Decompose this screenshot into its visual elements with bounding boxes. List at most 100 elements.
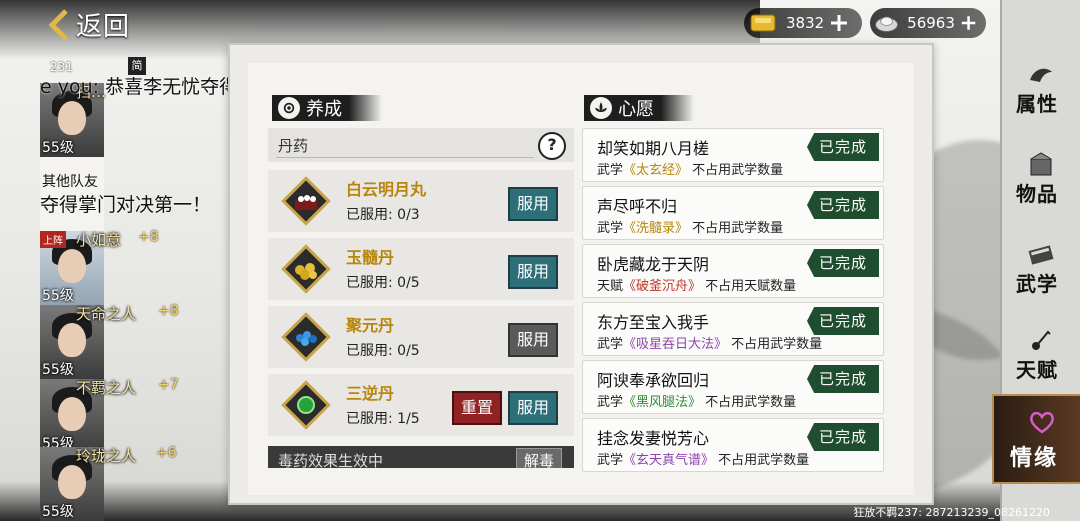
party-list: 231 简 扫… 55级 其他队友 上阵 小如意 +8 55级 天命之人 +8 … (40, 55, 179, 521)
back-label: 返回 (76, 12, 131, 42)
member-bonus: +8 (138, 229, 159, 245)
tab-label: 武学 (1016, 272, 1058, 296)
wish-item: 挂念发妻悦芳心 武学《玄天真气谱》 不占用武学数量 已完成 (582, 418, 884, 472)
tab-items[interactable]: 物品 (1002, 142, 1080, 232)
pill-list: 丹药 ? 白云明月丸 已服用: 0/3 服用 玉髓丹 已服用: 0/5 服用 聚… (268, 128, 574, 468)
tab-label: 属性 (1016, 92, 1058, 116)
tab-label: 情缘 (1010, 446, 1059, 471)
wish-desc: 天赋《破釜沉舟》 不占用天赋数量 (597, 279, 797, 294)
cultivation-title-text: 养成 (306, 99, 342, 120)
tab-attributes[interactable]: 属性 (1002, 52, 1080, 142)
completed-badge: 已完成 (807, 423, 879, 451)
wish-item: 声尽呼不归 武学《洗髓录》 不占用武学数量 已完成 (582, 186, 884, 240)
other-team-label: 其他队友 (42, 174, 98, 190)
use-pill-button[interactable]: 服用 (508, 323, 558, 357)
pill-name: 玉髓丹 (346, 248, 395, 267)
pill-row: 聚元丹 已服用: 0/5 服用 (268, 306, 574, 372)
pill-header: 丹药 ? (268, 128, 574, 162)
silver-currency: 56963 (870, 8, 986, 38)
talent-icon (1032, 330, 1051, 350)
pill-name: 聚元丹 (346, 316, 395, 335)
wish-title: 声尽呼不归 (597, 197, 678, 216)
completed-badge: 已完成 (807, 133, 879, 161)
pill-row: 玉髓丹 已服用: 0/5 服用 (268, 238, 574, 304)
poison-status-bar: 毒药效果生效中 解毒 (268, 446, 574, 468)
wishes-title: 心愿 (584, 95, 694, 121)
member-level: 55级 (42, 288, 74, 304)
poison-status-text: 毒药效果生效中 (278, 452, 384, 468)
member-level: 55级 (42, 504, 74, 520)
gold-ingot-icon (750, 14, 776, 32)
scroll-book-icon (1028, 245, 1054, 265)
member-name: 小如意 (76, 231, 122, 249)
wish-item: 阿谀奉承欲回归 武学《黑风腿法》 不占用武学数量 已完成 (582, 360, 884, 414)
add-gold-icon[interactable] (830, 14, 848, 32)
footer-watermark: 狂放不羁237: 287213239_08261220 (853, 506, 1050, 519)
party-member[interactable]: 上阵 小如意 +8 55级 (40, 229, 159, 305)
wish-title: 挂念发妻悦芳心 (597, 429, 710, 448)
tab-label: 天赋 (1016, 358, 1058, 382)
pill-name: 白云明月丸 (346, 180, 427, 199)
wish-item: 东方至宝入我手 武学《吸星吞日大法》 不占用武学数量 已完成 (582, 302, 884, 356)
pill-count: 已服用: 0/5 (346, 343, 420, 359)
cultivation-icon (278, 97, 300, 119)
completed-badge: 已完成 (807, 249, 879, 277)
use-pill-button[interactable]: 服用 (508, 187, 558, 221)
detox-button[interactable]: 解毒 (516, 448, 562, 468)
tab-martial-arts[interactable]: 武学 (1002, 232, 1080, 322)
wish-desc: 武学《黑风腿法》 不占用武学数量 (597, 395, 797, 410)
box-icon (1030, 152, 1052, 176)
pill-count: 已服用: 0/5 (346, 275, 420, 291)
cultivation-title: 养成 (272, 95, 382, 121)
member-name: 不羁之人 (76, 379, 137, 397)
lotus-icon (590, 97, 612, 119)
wishes-title-text: 心愿 (618, 99, 654, 120)
wish-list: 却笑如期八月槎 武学《太玄经》 不占用武学数量 已完成 声尽呼不归 武学《洗髓录… (582, 126, 886, 472)
use-pill-button[interactable]: 服用 (508, 255, 558, 289)
member-bonus: +7 (158, 377, 179, 393)
reset-pill-button[interactable]: 重置 (452, 391, 502, 425)
party-member[interactable]: 天命之人 +8 55级 (40, 303, 179, 379)
wish-title: 东方至宝入我手 (597, 313, 710, 332)
wish-title: 阿谀奉承欲回归 (597, 371, 710, 390)
member-level: 55级 (42, 140, 74, 156)
wish-item: 却笑如期八月槎 武学《太玄经》 不占用武学数量 已完成 (582, 128, 884, 182)
chat-message: 夺得掌门对决第一！ (40, 194, 212, 216)
pill-row: 白云明月丸 已服用: 0/3 服用 (268, 170, 574, 236)
help-icon[interactable]: ? (538, 132, 566, 160)
wish-desc: 武学《洗髓录》 不占用武学数量 (597, 221, 784, 236)
party-member[interactable]: 不羁之人 +7 55级 (40, 377, 179, 453)
pill-section-label: 丹药 (278, 137, 309, 155)
pill-box-icon (281, 176, 331, 226)
wish-desc: 武学《玄天真气谱》 不占用武学数量 (597, 453, 810, 468)
back-button[interactable]: 返回 (48, 6, 130, 43)
completed-badge: 已完成 (807, 191, 879, 219)
use-pill-button[interactable]: 服用 (508, 391, 558, 425)
member-name: 天命之人 (76, 305, 137, 323)
party-member[interactable]: 玲珑之人 +6 55级 (40, 445, 177, 521)
pill-count: 已服用: 0/3 (346, 207, 420, 223)
wish-item: 卧虎藏龙于天阴 天赋《破釜沉舟》 不占用天赋数量 已完成 (582, 244, 884, 298)
member-bonus: +8 (158, 303, 179, 319)
silver-amount: 56963 (907, 14, 955, 32)
pill-box-icon (281, 244, 331, 294)
wish-desc: 武学《吸星吞日大法》 不占用武学数量 (597, 337, 823, 352)
pill-count: 已服用: 1/5 (346, 411, 420, 427)
pill-box-icon (281, 380, 331, 430)
member-bonus: +6 (156, 445, 177, 461)
pill-name: 三逆丹 (346, 384, 395, 403)
completed-badge: 已完成 (807, 365, 879, 393)
member-level: 55级 (42, 362, 74, 378)
tab-relationship[interactable]: 情缘 (992, 394, 1080, 484)
member-name: 玲珑之人 (76, 447, 137, 465)
tab-label: 物品 (1016, 182, 1058, 206)
bird-icon (1030, 68, 1052, 82)
gold-currency: 3832 (744, 8, 862, 38)
gold-amount: 3832 (786, 14, 825, 32)
chevron-left-icon (48, 8, 68, 41)
wish-title: 却笑如期八月槎 (597, 139, 710, 158)
wish-title: 卧虎藏龙于天阴 (597, 255, 710, 274)
add-silver-icon[interactable] (961, 14, 976, 32)
pill-box-icon (281, 312, 331, 362)
wish-desc: 武学《太玄经》 不占用武学数量 (597, 163, 784, 178)
